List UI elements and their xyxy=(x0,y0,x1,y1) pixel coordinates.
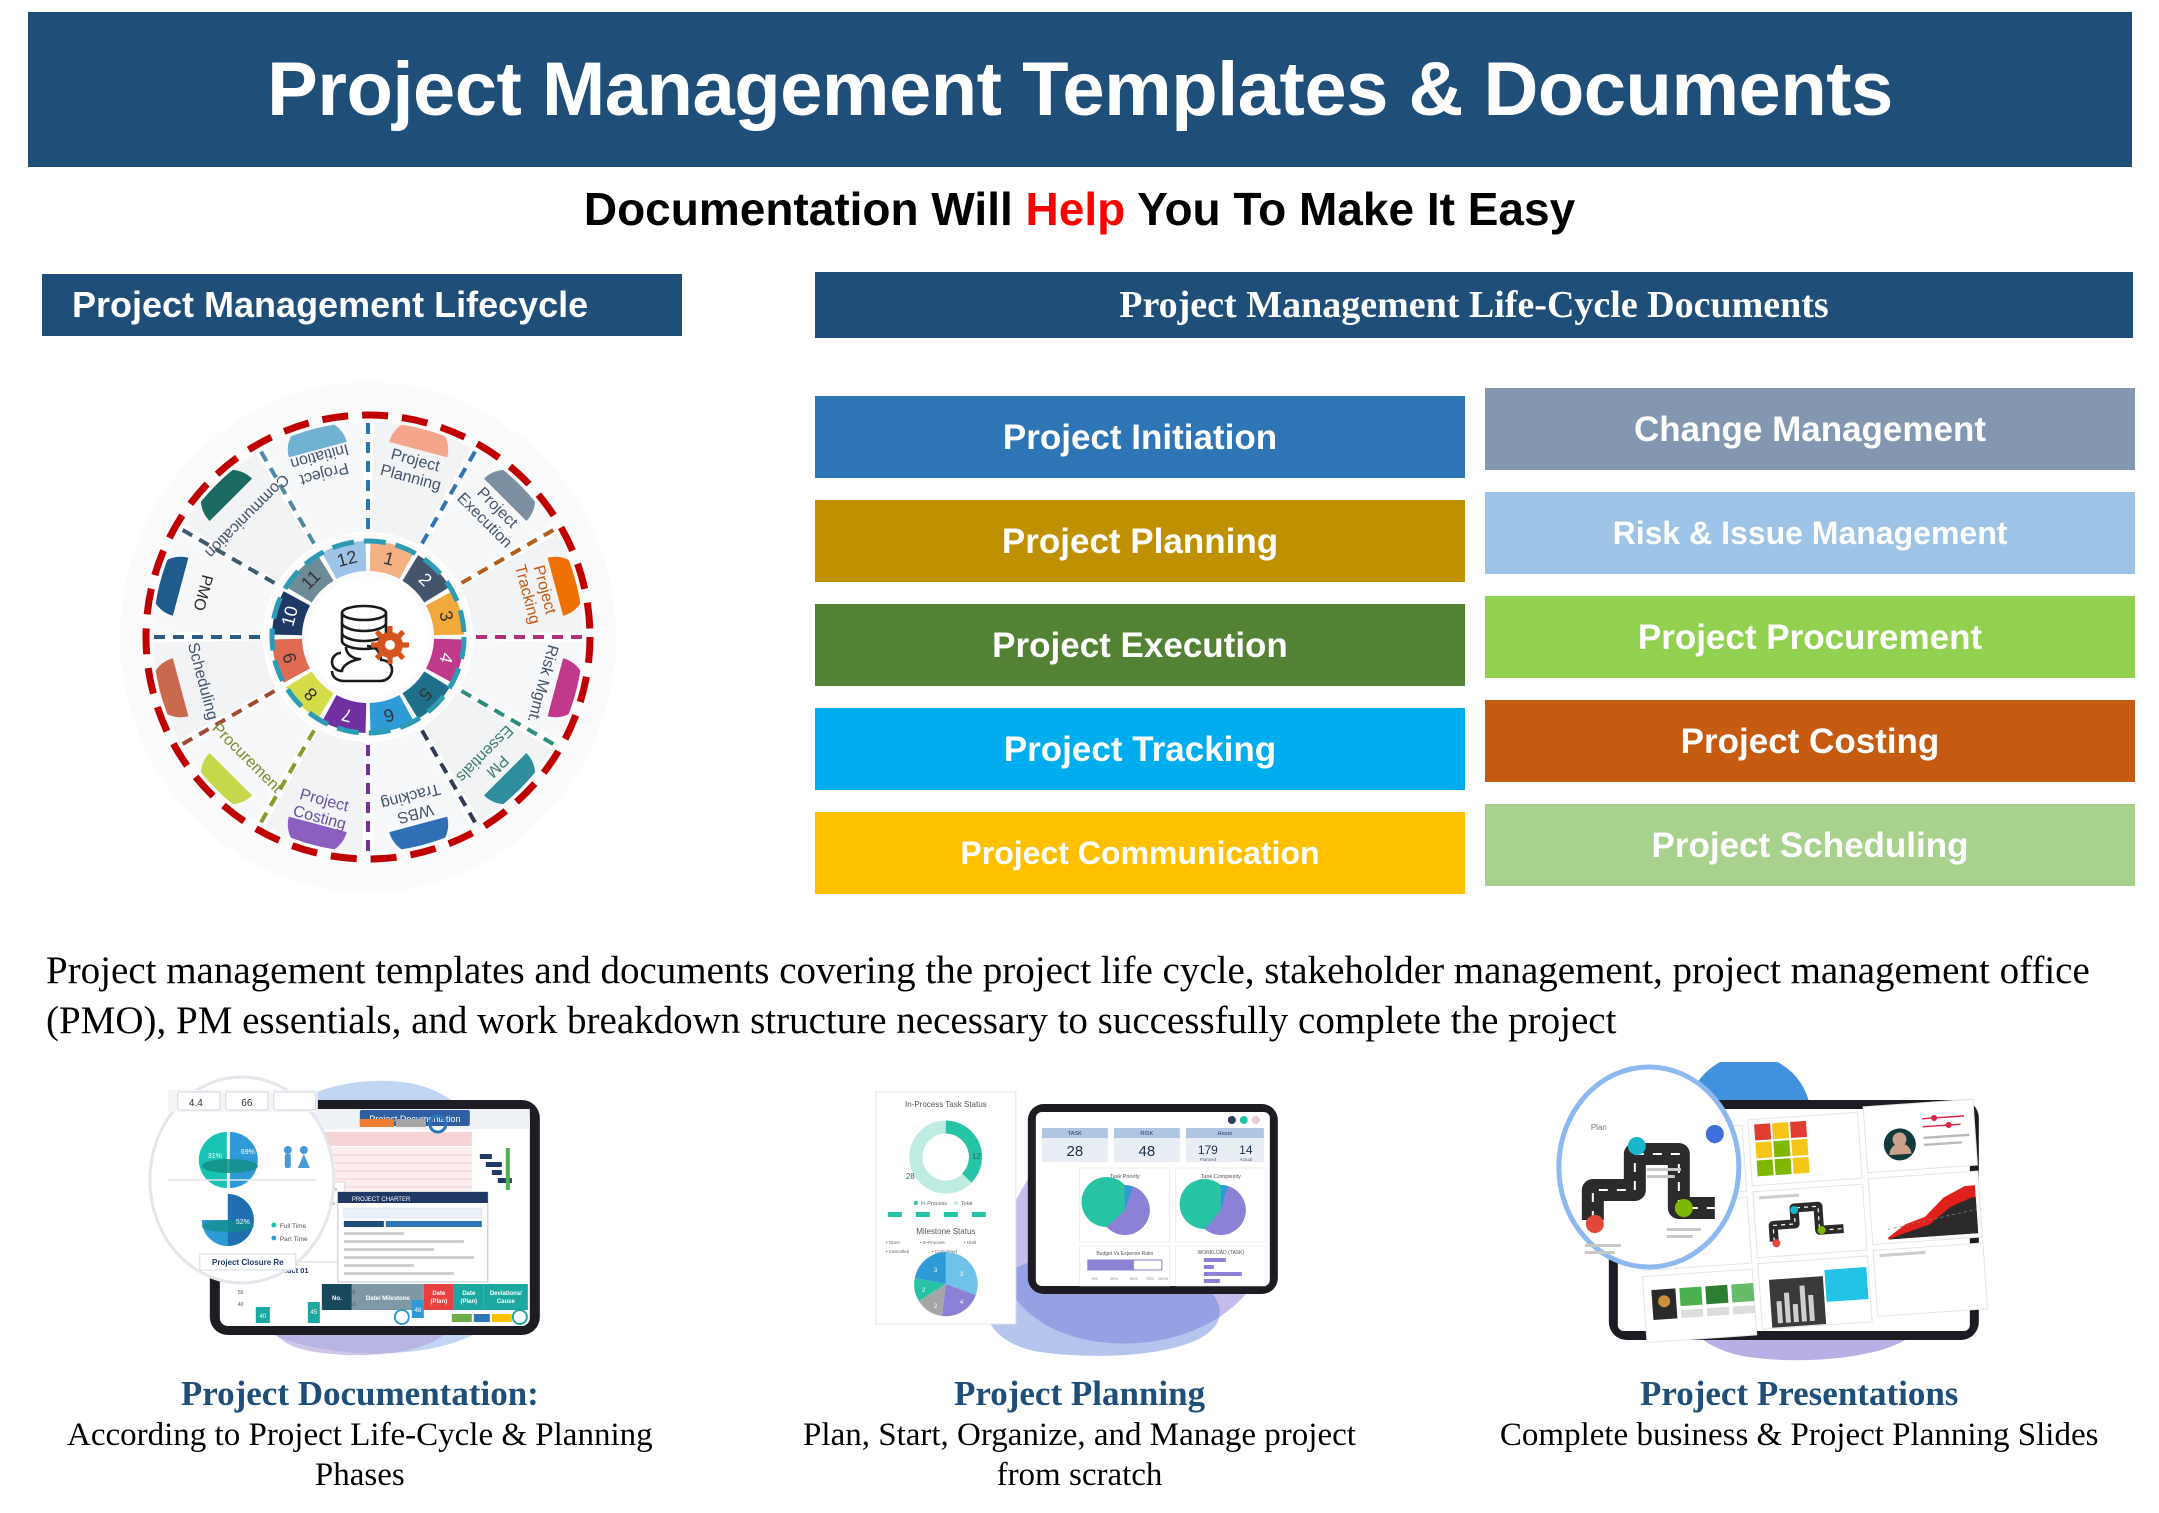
svg-text:Project Closure Re: Project Closure Re xyxy=(212,1258,284,1267)
svg-text:4.4: 4.4 xyxy=(189,1098,203,1109)
svg-text:40: 40 xyxy=(238,1302,244,1308)
svg-text:WORKLOAD (TASK): WORKLOAD (TASK) xyxy=(1197,1250,1244,1256)
doc-button-project-planning[interactable]: Project Planning xyxy=(815,500,1465,582)
svg-text:Task Complexity: Task Complexity xyxy=(1200,1174,1240,1180)
svg-text:Deviations/: Deviations/ xyxy=(490,1291,522,1297)
card-art-planning: TASK 28 RISK 48 Hours 179 Planned 14 Act… xyxy=(720,1062,1440,1372)
svg-text:75%: 75% xyxy=(1146,1276,1154,1281)
svg-text:• Hold: • Hold xyxy=(964,1240,977,1245)
svg-text:Hours: Hours xyxy=(1217,1131,1232,1137)
svg-text:TASK: TASK xyxy=(1068,1131,1082,1137)
svg-text:Planned: Planned xyxy=(1199,1157,1216,1162)
svg-text:Budget Vs Expense Ratio: Budget Vs Expense Ratio xyxy=(1096,1251,1153,1257)
svg-text:(Plan): (Plan) xyxy=(461,1299,478,1305)
card-title: Project Documentation: xyxy=(180,1374,539,1413)
svg-text:Plan: Plan xyxy=(1591,1123,1607,1132)
svg-text:100%: 100% xyxy=(1158,1276,1169,1281)
svg-text:(Plan): (Plan) xyxy=(431,1299,448,1305)
svg-text:50%: 50% xyxy=(1130,1276,1138,1281)
svg-text:RISK: RISK xyxy=(1140,1131,1153,1137)
svg-text:50: 50 xyxy=(350,1290,356,1296)
lifecycle-wheel-svg: ProjectPlanningProjectExecutionProjectTr… xyxy=(120,382,616,892)
feature-cards: Project Documentation xyxy=(0,1062,2159,1512)
card-title: Project Planning xyxy=(953,1374,1206,1413)
svg-text:Total: Total xyxy=(961,1201,973,1207)
svg-text:28: 28 xyxy=(906,1172,915,1181)
section-header-documents: Project Management Life-Cycle Documents xyxy=(815,272,2133,338)
doc-button-project-costing[interactable]: Project Costing xyxy=(1485,700,2135,782)
doc-button-change-management[interactable]: Change Management xyxy=(1485,388,2135,470)
svg-text:Part Time: Part Time xyxy=(280,1236,308,1243)
svg-text:48: 48 xyxy=(414,1308,421,1314)
svg-text:52%: 52% xyxy=(236,1219,250,1226)
doc-button-project-initiation[interactable]: Project Initiation xyxy=(815,396,1465,478)
svg-text:25%: 25% xyxy=(1110,1276,1118,1281)
subheadline-part1: Documentation Will xyxy=(583,183,1026,235)
svg-text:Cause: Cause xyxy=(497,1299,516,1305)
subheadline: Documentation Will Help You To Make It E… xyxy=(0,182,2159,236)
svg-text:0%: 0% xyxy=(1092,1276,1098,1281)
card-subtitle: According to Project Life-Cycle & Planni… xyxy=(67,1417,653,1493)
svg-text:28: 28 xyxy=(1066,1143,1083,1160)
svg-text:No.: No. xyxy=(332,1296,342,1302)
card-subtitle: Plan, Start, Organize, and Manage projec… xyxy=(803,1417,1356,1493)
svg-text:45: 45 xyxy=(310,1310,317,1316)
card-project-presentations[interactable]: Plan Project Presentations Complete busi… xyxy=(1439,1062,2159,1512)
card-subtitle: Complete business & Project Planning Sli… xyxy=(1499,1417,2099,1453)
svg-text:40: 40 xyxy=(259,1314,266,1320)
doc-button-risk-issue-management[interactable]: Risk & Issue Management xyxy=(1485,492,2135,574)
card-art-documentation: Project Documentation xyxy=(0,1062,720,1372)
svg-text:Actual: Actual xyxy=(1239,1157,1252,1162)
card-project-planning[interactable]: TASK 28 RISK 48 Hours 179 Planned 14 Act… xyxy=(720,1062,1440,1512)
svg-text:Milestone Status: Milestone Status xyxy=(916,1227,975,1236)
svg-text:Date: Date xyxy=(462,1291,476,1297)
doc-button-project-procurement[interactable]: Project Procurement xyxy=(1485,596,2135,678)
svg-text:• In-Process: • In-Process xyxy=(920,1240,946,1245)
card-art-presentations: Plan xyxy=(1439,1062,2159,1372)
svg-text:40: 40 xyxy=(350,1302,356,1308)
lead-paragraph: Project management templates and documen… xyxy=(46,949,2090,1042)
svg-text:31%: 31% xyxy=(208,1153,222,1160)
section-header-lifecycle: Project Management Lifecycle xyxy=(42,274,682,336)
svg-text:Date/ Milestone: Date/ Milestone xyxy=(366,1296,411,1302)
page-banner: Project Management Templates & Documents xyxy=(28,12,2132,167)
svg-text:• Open: • Open xyxy=(886,1240,901,1245)
svg-text:• Cancelled: • Cancelled xyxy=(886,1249,910,1254)
doc-button-project-scheduling[interactable]: Project Scheduling xyxy=(1485,804,2135,886)
card-project-documentation[interactable]: Project Documentation xyxy=(0,1062,720,1512)
svg-text:69%: 69% xyxy=(241,1149,255,1156)
page-title: Project Management Templates & Documents xyxy=(267,47,1893,132)
svg-text:12: 12 xyxy=(972,1152,981,1161)
doc-button-project-communication[interactable]: Project Communication xyxy=(815,812,1465,894)
lifecycle-wheel: ProjectPlanning ProjectExecution ProjectTr… xyxy=(88,372,648,902)
svg-text:48: 48 xyxy=(1138,1143,1155,1160)
svg-text:Date: Date xyxy=(432,1291,446,1297)
doc-button-project-tracking[interactable]: Project Tracking xyxy=(815,708,1465,790)
gear-icon xyxy=(371,626,409,664)
svg-text:50: 50 xyxy=(238,1290,244,1296)
svg-text:Full Time: Full Time xyxy=(280,1223,307,1230)
documents-column-left: Project Initiation Project Planning Projec… xyxy=(815,396,1465,916)
documents-column-right: Change Management Risk & Issue Management… xyxy=(1485,388,2135,908)
subheadline-part2: You To Make It Easy xyxy=(1125,183,1576,235)
svg-text:66: 66 xyxy=(241,1098,253,1109)
svg-text:14: 14 xyxy=(1239,1143,1253,1157)
subheadline-highlight: Help xyxy=(1025,183,1126,235)
svg-text:In-Process Task Status: In-Process Task Status xyxy=(905,1100,987,1109)
svg-text:In-Process: In-Process xyxy=(921,1201,948,1207)
card-title: Project Presentations xyxy=(1639,1374,1959,1413)
svg-text:179: 179 xyxy=(1197,1143,1217,1157)
doc-button-project-execution[interactable]: Project Execution xyxy=(815,604,1465,686)
svg-text:PROJECT CHARTER: PROJECT CHARTER xyxy=(352,1197,411,1203)
